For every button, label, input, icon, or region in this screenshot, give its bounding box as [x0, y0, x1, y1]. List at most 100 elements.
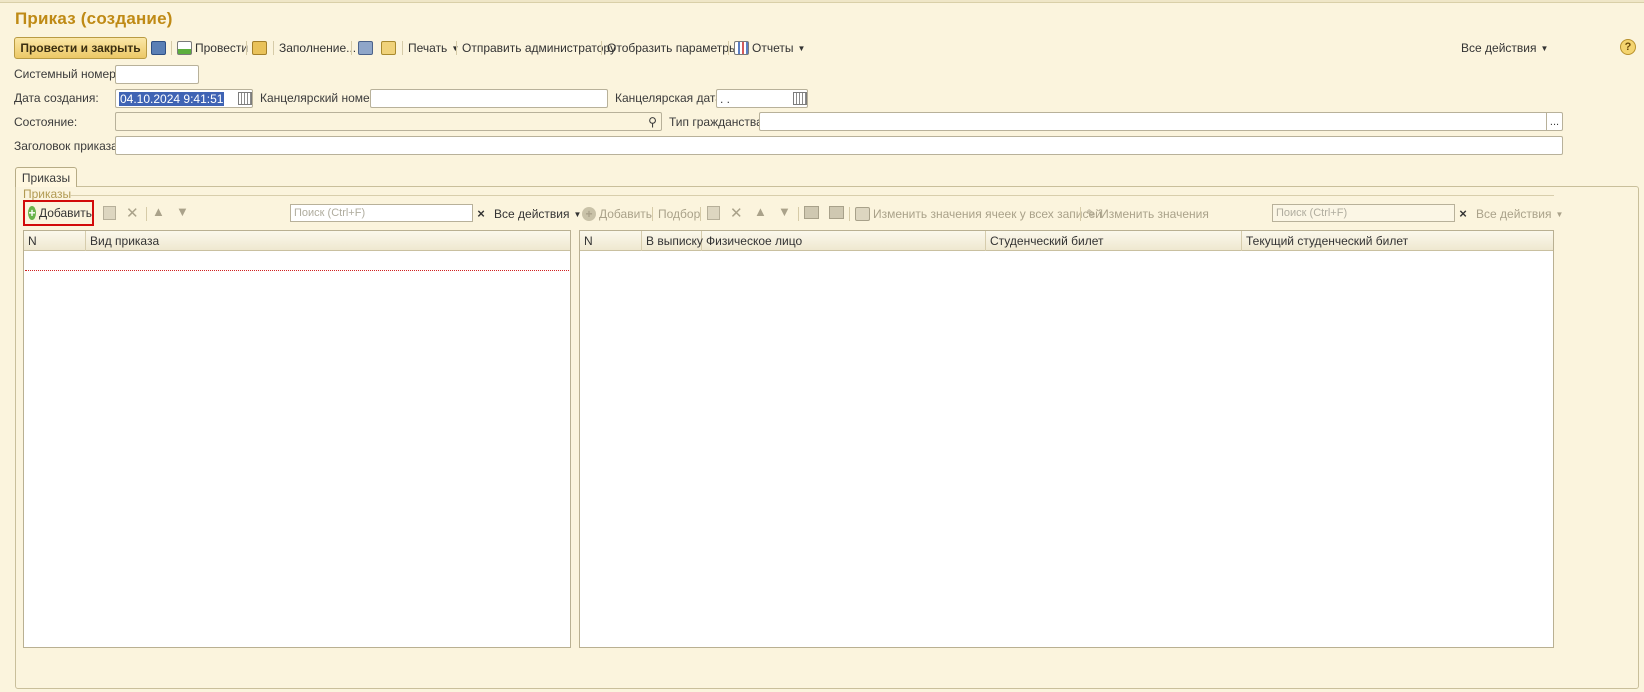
orders-table-header: N Вид приказа [24, 231, 570, 251]
copy-icon[interactable] [103, 206, 116, 220]
toolbar-separator [700, 207, 701, 221]
all-actions-menu[interactable]: Все действия ▼ [1461, 39, 1548, 57]
change-values-button[interactable]: ✎ Изменить значения [1086, 205, 1209, 223]
print-menu-label: Печать [408, 41, 448, 55]
save-button[interactable] [151, 39, 169, 57]
state-field[interactable] [115, 112, 662, 131]
toolbar-separator [351, 41, 352, 55]
table-edit-icon [855, 207, 870, 221]
toolbar-separator [601, 41, 602, 55]
column-header-current-student-card[interactable]: Текущий студенческий билет [1242, 231, 1554, 251]
show-params-button[interactable]: Отобразить параметры [607, 39, 738, 57]
arrow-up-icon[interactable]: ▲ [152, 204, 165, 219]
change-values-label: Изменить значения [1100, 207, 1209, 221]
mail-icon [381, 41, 396, 55]
clear-search-icon[interactable]: × [1455, 205, 1471, 221]
right-all-actions-label: Все действия [1476, 207, 1552, 221]
chevron-down-icon: ▼ [797, 43, 806, 53]
clear-search-icon[interactable]: × [473, 205, 489, 221]
column-header-n[interactable]: N [580, 231, 642, 251]
toolbar-separator [652, 207, 653, 221]
chevron-down-icon: ▼ [1540, 43, 1549, 53]
column-header-n[interactable]: N [24, 231, 86, 251]
reports-menu-label: Отчеты [752, 41, 794, 55]
group-divider [70, 195, 1554, 196]
calendar-icon[interactable] [793, 92, 807, 105]
calendar-icon[interactable] [238, 92, 252, 105]
table-row[interactable] [25, 270, 569, 271]
left-all-actions-menu[interactable]: Все действия ▼ [494, 205, 581, 223]
report-chart-icon [734, 41, 749, 55]
plus-icon: + [582, 207, 596, 221]
chevron-down-icon: ▼ [573, 209, 582, 219]
print-menu[interactable]: Печать ▼ [408, 39, 459, 57]
right-add-button[interactable]: + Добавить [582, 205, 652, 223]
toolbar-separator [798, 207, 799, 221]
toolbar-separator [456, 41, 457, 55]
mail-button[interactable] [381, 39, 399, 57]
arrow-down-icon[interactable]: ▼ [176, 204, 189, 219]
change-all-cells-label: Изменить значения ячеек у всех записей [873, 207, 1102, 221]
help-icon[interactable]: ? [1620, 39, 1636, 55]
citizenship-label: Тип гражданства: [669, 115, 767, 129]
state-label: Состояние: [14, 115, 78, 129]
search-icon[interactable]: ⚲ [644, 113, 661, 130]
column-header-person[interactable]: Физическое лицо [702, 231, 986, 251]
database-button[interactable] [358, 39, 376, 57]
left-search-input[interactable]: Поиск (Ctrl+F) [290, 204, 473, 222]
page-title: Приказ (создание) [15, 9, 173, 28]
delete-icon[interactable]: ✕ [126, 204, 139, 222]
right-add-label: Добавить [599, 207, 653, 221]
column-header-order-type[interactable]: Вид приказа [86, 231, 571, 251]
group-title: Приказы [23, 187, 72, 201]
left-all-actions-label: Все действия [494, 207, 570, 221]
delete-icon[interactable]: ✕ [730, 204, 743, 222]
database-icon [358, 41, 373, 55]
ellipsis-button[interactable]: ... [1546, 113, 1562, 130]
all-actions-label: Все действия [1461, 41, 1537, 55]
folder-gear-icon [252, 41, 267, 55]
column-header-in-extract[interactable]: В выписку [642, 231, 703, 251]
structure-button[interactable] [252, 39, 270, 57]
fill-button[interactable]: Заполнение... [279, 39, 356, 57]
window-top-strip [0, 0, 1644, 3]
save-icon [151, 41, 166, 55]
stack-icon[interactable] [829, 206, 844, 219]
arrow-down-icon[interactable]: ▼ [778, 204, 791, 219]
stack-icon[interactable] [804, 206, 819, 219]
change-all-cells-button[interactable]: Изменить значения ячеек у всех записей [855, 205, 1102, 223]
arrow-up-icon[interactable]: ▲ [754, 204, 767, 219]
office-date-label: Канцелярская дата: [615, 91, 726, 105]
system-number-field[interactable] [115, 65, 199, 84]
post-button-label: Провести [195, 41, 249, 55]
order-header-label: Заголовок приказа: [14, 139, 122, 153]
plus-icon: + [28, 206, 36, 220]
toolbar-separator [273, 41, 274, 55]
toolbar-separator [402, 41, 403, 55]
column-header-student-card[interactable]: Студенческий билет [986, 231, 1242, 251]
created-date-value: 04.10.2024 9:41:51 [119, 91, 225, 106]
pencil-icon: ✎ [1086, 207, 1097, 221]
students-table[interactable]: N В выписку Физическое лицо Студенческий… [579, 230, 1554, 648]
system-number-label: Системный номер: [14, 67, 120, 81]
students-table-header: N В выписку Физическое лицо Студенческий… [580, 231, 1553, 251]
order-header-field[interactable] [115, 136, 1563, 155]
reports-menu[interactable]: Отчеты ▼ [734, 39, 805, 57]
toolbar-separator [728, 41, 729, 55]
created-date-field[interactable]: 04.10.2024 9:41:51 [115, 89, 253, 108]
toolbar-separator [246, 41, 247, 55]
right-search-input[interactable]: Поиск (Ctrl+F) [1272, 204, 1455, 222]
post-and-close-button[interactable]: Провести и закрыть [14, 37, 147, 59]
select-button[interactable]: Подбор [658, 205, 700, 223]
add-button[interactable]: + Добавить [23, 200, 94, 226]
right-all-actions-menu[interactable]: Все действия ▼ [1476, 205, 1563, 223]
tab-orders[interactable]: Приказы [15, 167, 77, 187]
citizenship-field[interactable] [759, 112, 1563, 131]
send-admin-button[interactable]: Отправить администратору [462, 39, 616, 57]
post-button[interactable]: Провести [177, 39, 248, 57]
chevron-down-icon: ▼ [1555, 209, 1564, 219]
copy-icon[interactable] [707, 206, 720, 220]
office-number-field[interactable] [370, 89, 608, 108]
orders-table[interactable]: N Вид приказа [23, 230, 571, 648]
toolbar-separator [146, 207, 147, 221]
